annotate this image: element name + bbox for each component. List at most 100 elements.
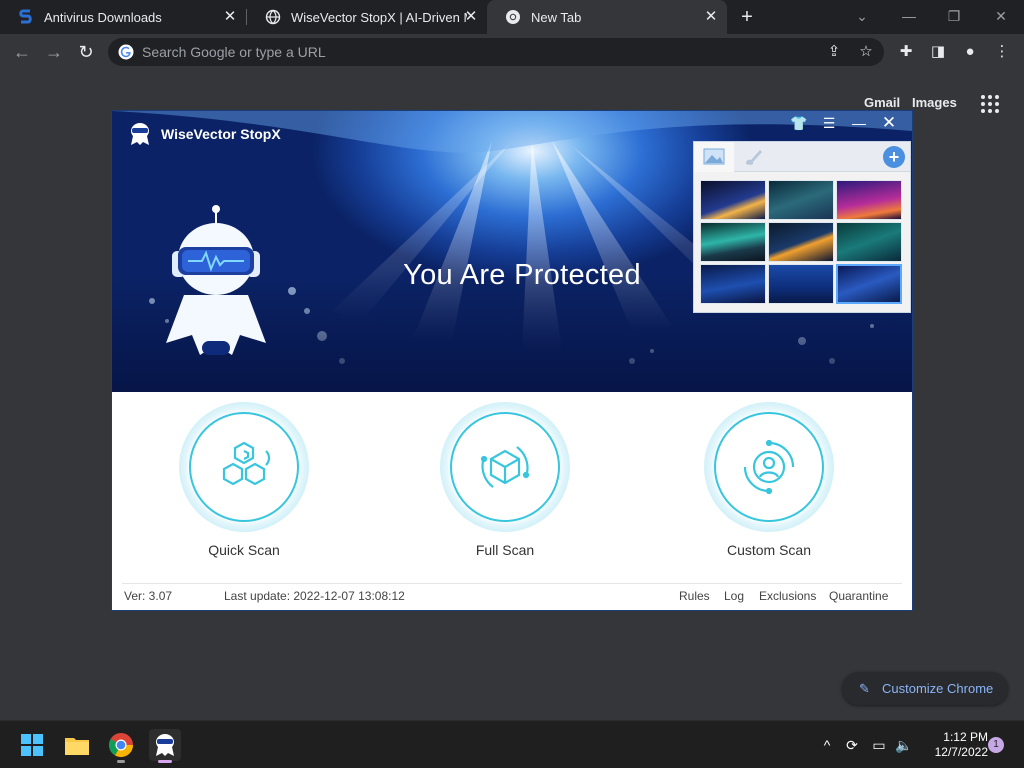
network-icon[interactable]: ▭: [869, 735, 889, 755]
tab-new-tab[interactable]: New Tab ✕: [487, 0, 727, 34]
full-scan-button[interactable]: Full Scan: [425, 402, 585, 558]
minimize-icon[interactable]: —: [899, 6, 919, 26]
folder-icon: [65, 738, 89, 755]
app-close-icon[interactable]: ✕: [878, 114, 900, 132]
custom-scan-button[interactable]: Custom Scan: [689, 402, 849, 558]
images-link[interactable]: Images: [912, 95, 957, 110]
tab-search-icon[interactable]: ⌄: [852, 6, 872, 26]
custom-scan-label: Custom Scan: [726, 542, 812, 558]
omnibox[interactable]: ⇪ ☆: [108, 38, 884, 66]
cube-icon: [480, 446, 530, 488]
reload-icon[interactable]: ↻: [75, 41, 97, 63]
quick-scan-button[interactable]: Quick Scan: [164, 402, 324, 558]
google-apps-icon[interactable]: [981, 95, 999, 113]
restore-icon[interactable]: ❐: [944, 6, 964, 26]
notification-badge[interactable]: 1: [988, 737, 1004, 753]
exclusions-link[interactable]: Exclusions: [759, 589, 816, 603]
omnibox-input[interactable]: [142, 42, 802, 62]
start-button[interactable]: [16, 729, 48, 761]
wisevector-logo-icon: [131, 123, 149, 145]
image-icon: [703, 148, 725, 165]
skin-thumbnail[interactable]: [836, 222, 902, 262]
brush-icon[interactable]: [742, 147, 764, 167]
skin-thumbnail[interactable]: [768, 264, 834, 304]
gmail-link[interactable]: Gmail: [864, 95, 900, 110]
scan-ring: [440, 402, 570, 532]
wisevector-window: WiseVector StopX 👕 ☰ — ✕ You Are Protect…: [112, 111, 912, 610]
bookmark-star-icon[interactable]: ☆: [856, 42, 876, 62]
profile-icon[interactable]: ●: [960, 42, 980, 62]
close-tab-icon[interactable]: ✕: [222, 9, 238, 25]
full-scan-label: Full Scan: [475, 542, 535, 558]
skin-thumbnail[interactable]: [836, 264, 902, 304]
robot-mascot-icon: [166, 205, 266, 355]
pencil-icon: ✎: [859, 680, 870, 696]
chrome-icon: [108, 733, 133, 758]
version-text: Ver: 3.07: [124, 589, 173, 603]
customize-chrome-button[interactable]: ✎ Customize Chrome: [842, 672, 1008, 705]
last-update-text: Last update: 2022-12-07 13:08:12: [224, 589, 405, 603]
skin-thumbnail[interactable]: [700, 180, 766, 220]
tab-wisevector[interactable]: WiseVector StopX | AI-Driven Ma ✕: [247, 0, 487, 34]
app-title: WiseVector StopX: [161, 126, 281, 142]
forward-icon[interactable]: →: [43, 41, 65, 63]
browser-toolbar: ← → ↻ ⇪ ☆ ✚ ◨ ● ⋮: [0, 34, 1024, 70]
clock-time: 1:12 PM: [943, 730, 988, 744]
windows-taskbar: ^ ⟳ ▭ 🔈 1:12 PM 12/7/2022 1: [0, 720, 1024, 768]
skin-panel-tabs: +: [694, 142, 910, 172]
footer-divider: [122, 583, 902, 584]
tab-antivirus-downloads[interactable]: Antivirus Downloads ✕: [0, 0, 246, 34]
close-tab-icon[interactable]: ✕: [703, 9, 719, 25]
app-minimize-icon[interactable]: —: [848, 114, 870, 132]
hexagon-cluster-icon: [222, 441, 271, 486]
skin-thumbnail[interactable]: [700, 264, 766, 304]
clock-date: 12/7/2022: [934, 745, 988, 759]
quick-scan-label: Quick Scan: [208, 542, 280, 558]
menu-icon[interactable]: ☰: [818, 114, 840, 132]
wisevector-logo-icon: [156, 734, 174, 756]
back-icon[interactable]: ←: [11, 41, 33, 63]
skin-tab-wallpapers[interactable]: [694, 142, 734, 172]
softpedia-icon: [19, 9, 32, 24]
close-tab-icon[interactable]: ✕: [463, 9, 479, 25]
skin-thumbnail[interactable]: [768, 222, 834, 262]
user-target-icon: [743, 439, 795, 495]
google-g-icon: [118, 44, 134, 60]
skin-thumbnail-grid: [700, 180, 904, 304]
chrome-taskbar-button[interactable]: [105, 729, 137, 763]
customize-chrome-label: Customize Chrome: [882, 681, 994, 696]
skin-thumbnail[interactable]: [768, 180, 834, 220]
windows-logo-icon: [21, 734, 43, 756]
quarantine-link[interactable]: Quarantine: [829, 589, 888, 603]
app-brand: WiseVector StopX: [128, 121, 281, 147]
close-window-icon[interactable]: ✕: [991, 6, 1011, 26]
tab-label: WiseVector StopX | AI-Driven Ma: [291, 9, 467, 25]
share-icon[interactable]: ⇪: [824, 42, 844, 62]
taskbar-clock[interactable]: 1:12 PM 12/7/2022: [920, 730, 988, 760]
log-link[interactable]: Log: [724, 589, 744, 603]
skin-shirt-icon[interactable]: 👕: [788, 114, 810, 132]
tab-label: Antivirus Downloads: [44, 9, 162, 25]
skin-thumbnail[interactable]: [836, 180, 902, 220]
update-sync-icon[interactable]: ⟳: [842, 735, 862, 755]
globe-icon: [265, 9, 281, 25]
skin-thumbnail[interactable]: [700, 222, 766, 262]
tab-label: New Tab: [531, 9, 582, 25]
tab-strip: Antivirus Downloads ✕ WiseVector StopX |…: [0, 0, 1024, 34]
wisevector-taskbar-button[interactable]: [149, 729, 181, 763]
hero-banner: WiseVector StopX 👕 ☰ — ✕ You Are Protect…: [112, 111, 912, 392]
add-skin-button[interactable]: +: [883, 146, 905, 168]
protection-status: You Are Protected: [403, 259, 641, 291]
side-panel-icon[interactable]: ◨: [928, 42, 948, 62]
extensions-puzzle-icon[interactable]: ✚: [896, 42, 916, 62]
rules-link[interactable]: Rules: [679, 589, 710, 603]
volume-icon[interactable]: 🔈: [894, 735, 914, 755]
tray-overflow-icon[interactable]: ^: [817, 735, 837, 755]
chrome-icon: [506, 10, 520, 24]
file-explorer-button[interactable]: [61, 729, 93, 761]
scan-ring: [704, 402, 834, 532]
new-tab-button[interactable]: +: [738, 7, 756, 27]
scan-ring: [179, 402, 309, 532]
skin-panel: +: [693, 141, 911, 313]
more-menu-icon[interactable]: ⋮: [992, 42, 1012, 62]
